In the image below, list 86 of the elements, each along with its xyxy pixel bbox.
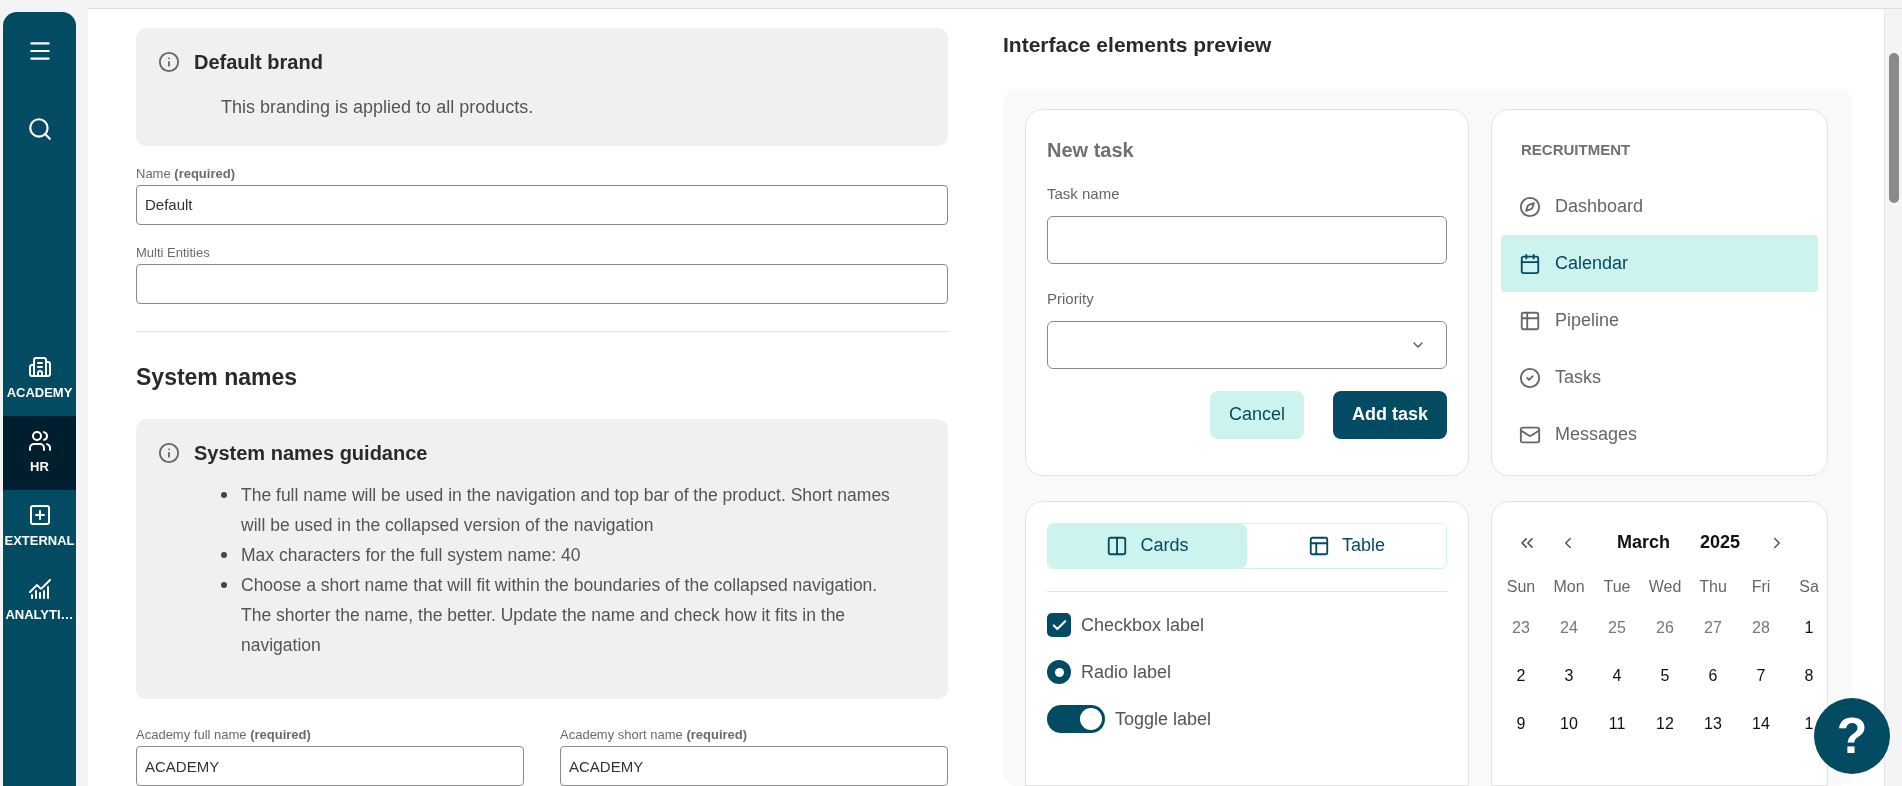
preview-title: Interface elements preview bbox=[1003, 32, 1273, 58]
calendar-day[interactable]: 4 bbox=[1593, 651, 1641, 700]
calendar-day[interactable]: 11 bbox=[1593, 699, 1641, 748]
grid-plus-icon bbox=[27, 503, 52, 528]
guidance-text: Max characters for the full system name: 40 bbox=[241, 544, 581, 568]
field-label: Multi Entities bbox=[136, 244, 211, 261]
cancel-button[interactable]: Cancel bbox=[1209, 390, 1304, 439]
control-label: Radio label bbox=[1081, 660, 1172, 684]
nav-item[interactable]: Dashboard bbox=[1501, 178, 1818, 236]
calendar-day[interactable]: 1 bbox=[1785, 603, 1827, 652]
compass-icon bbox=[1519, 195, 1541, 218]
calendar-day[interactable]: 12 bbox=[1641, 699, 1689, 748]
sidebar-item[interactable]: EXTERNAL bbox=[3, 490, 76, 564]
info-icon bbox=[158, 51, 180, 73]
calendar-day[interactable]: 24 bbox=[1545, 603, 1593, 652]
control-label: Toggle label bbox=[1115, 707, 1212, 731]
guidance-text: The full name will be used in the navigation and top bar of the product. Short names will be used in the collapsed version of the navigation bbox=[241, 484, 891, 538]
card-title: New task bbox=[1047, 137, 1135, 163]
year-label: 2025 bbox=[1700, 531, 1741, 555]
weekday-label: Fri bbox=[1750, 577, 1772, 598]
weekday-label: Mon bbox=[1552, 577, 1586, 598]
field-label: Task name bbox=[1047, 183, 1121, 204]
building-icon bbox=[27, 355, 52, 380]
panel-text: This branding is applied to all products. bbox=[221, 96, 535, 119]
sidebar-item[interactable]: ANALYTI… bbox=[3, 564, 76, 638]
calendar-day[interactable]: 2 bbox=[1497, 651, 1545, 700]
section-title: System names bbox=[136, 362, 299, 392]
text-field[interactable]: ACADEMY bbox=[136, 746, 524, 786]
calendar-day[interactable]: 7 bbox=[1737, 651, 1785, 700]
month-label: March bbox=[1617, 531, 1670, 555]
text-field[interactable] bbox=[136, 263, 948, 304]
sidebar-item[interactable]: HR bbox=[3, 416, 76, 490]
calendar-day[interactable]: 14 bbox=[1737, 699, 1785, 748]
calendar-day[interactable]: 8 bbox=[1785, 651, 1827, 700]
field-label: Academy short name (required) bbox=[560, 727, 749, 743]
calendar-icon bbox=[1519, 252, 1541, 275]
checkbox[interactable] bbox=[1047, 613, 1071, 638]
scrollbar[interactable] bbox=[1884, 9, 1902, 786]
toggle-switch[interactable] bbox=[1047, 705, 1105, 734]
weekday-label: Wed bbox=[1647, 577, 1683, 598]
calendar-day[interactable]: 9 bbox=[1497, 699, 1545, 748]
calendar-day[interactable]: 26 bbox=[1641, 603, 1689, 652]
info-icon bbox=[158, 442, 180, 465]
weekday-label: Thu bbox=[1698, 577, 1728, 598]
users-icon bbox=[27, 429, 52, 454]
calendar-day[interactable]: 6 bbox=[1689, 651, 1737, 700]
guidance-text: Choose a short name that will fit within the boundaries of the collapsed navigation. The shorter the name, the better. Update the name and check how it fits in the navigation bbox=[241, 574, 879, 658]
chart-icon bbox=[27, 577, 52, 602]
sidebar-item[interactable]: ACADEMY bbox=[3, 342, 76, 416]
calendar-day[interactable]: 13 bbox=[1689, 699, 1737, 748]
text-field[interactable] bbox=[1047, 216, 1447, 265]
select-field[interactable] bbox=[1047, 320, 1447, 369]
calendar-day[interactable]: 5 bbox=[1641, 651, 1689, 700]
panel-title: System names guidance bbox=[194, 441, 428, 467]
table-icon bbox=[1519, 309, 1541, 332]
cards-icon bbox=[1106, 534, 1129, 557]
calendar-day[interactable]: 28 bbox=[1737, 603, 1785, 652]
weekday-label: Sa bbox=[1798, 577, 1820, 598]
check-circle-icon bbox=[1519, 366, 1541, 389]
nav-item[interactable]: Tasks bbox=[1501, 349, 1818, 407]
weekday-label: Sun bbox=[1505, 577, 1537, 598]
calendar-day[interactable]: 10 bbox=[1545, 699, 1593, 748]
control-label: Checkbox label bbox=[1081, 613, 1205, 637]
field-label: Priority bbox=[1047, 289, 1095, 310]
field-label: Name (required) bbox=[136, 165, 236, 182]
field-label: Academy full name (required) bbox=[136, 727, 312, 743]
table-icon bbox=[1308, 534, 1330, 557]
bullet-icon bbox=[221, 492, 227, 499]
nav-item[interactable]: Pipeline bbox=[1501, 292, 1818, 350]
weekday-label: Tue bbox=[1602, 577, 1632, 598]
calendar-day[interactable]: 27 bbox=[1689, 603, 1737, 652]
panel-title: Default brand bbox=[194, 50, 323, 75]
search-icon[interactable] bbox=[26, 116, 53, 142]
bullet-icon bbox=[221, 582, 227, 589]
calendar-day[interactable]: 25 bbox=[1593, 603, 1641, 652]
calendar-day[interactable]: 23 bbox=[1497, 603, 1545, 652]
text-field[interactable]: Default bbox=[136, 184, 948, 225]
add-task-button[interactable]: Add task bbox=[1332, 390, 1447, 439]
nav-item[interactable]: Messages bbox=[1501, 406, 1818, 464]
calendar-day[interactable]: 3 bbox=[1545, 651, 1593, 700]
nav-item[interactable]: Calendar bbox=[1501, 235, 1818, 293]
radio-button[interactable] bbox=[1047, 660, 1071, 685]
bullet-icon bbox=[221, 552, 227, 559]
nav-section-title: RECRUITMENT bbox=[1521, 139, 1632, 160]
text-field[interactable]: ACADEMY bbox=[560, 746, 948, 786]
view-tab[interactable]: Cards bbox=[1048, 523, 1247, 568]
